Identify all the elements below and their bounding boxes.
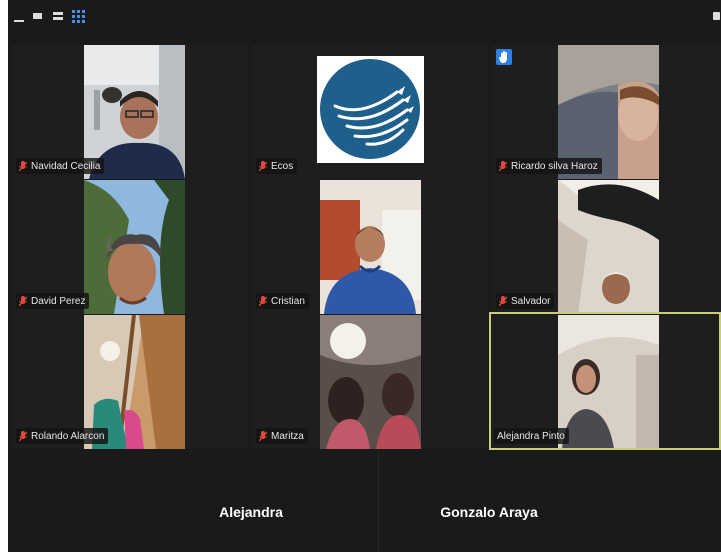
- gallery-view-icon[interactable]: [72, 10, 85, 24]
- participant-nameplate: David Perez: [16, 293, 90, 309]
- participant-tile-maritza[interactable]: Maritza: [252, 315, 488, 449]
- participant-nameplate: Navidad Cecilia: [16, 158, 105, 174]
- participant-tile-cristian[interactable]: Cristian: [252, 180, 488, 314]
- raised-hand-icon: [496, 49, 512, 65]
- participant-tile-rolando-alarcon[interactable]: Rolando Alarcon: [12, 315, 248, 449]
- participant-tile-navidad-cecilia[interactable]: Navidad Cecilia: [12, 45, 248, 179]
- muted-mic-icon: [259, 160, 267, 172]
- muted-mic-icon: [259, 430, 267, 442]
- participant-tile-ricardo-silva-haroz[interactable]: Ricardo silva Haroz: [492, 45, 721, 179]
- participant-nameplate: Rolando Alarcon: [16, 428, 109, 444]
- muted-mic-icon: [499, 160, 507, 172]
- participant-nameplate: Salvador: [496, 293, 555, 309]
- participant-tile-gonzalo-araya[interactable]: Gonzalo Araya: [440, 504, 538, 520]
- participant-logo-image: [317, 56, 424, 163]
- participant-name: Rolando Alarcon: [31, 430, 105, 442]
- participant-name: Ecos: [271, 160, 294, 172]
- participant-video: [84, 180, 185, 314]
- muted-mic-icon: [259, 295, 267, 307]
- strip-view-icon[interactable]: [52, 10, 64, 24]
- minimize-icon[interactable]: [14, 10, 24, 24]
- participant-tile-alejandra-pinto[interactable]: Alejandra Pinto: [489, 312, 721, 450]
- participant-name: David Perez: [31, 295, 86, 307]
- participant-tile-salvador[interactable]: Salvador: [492, 180, 721, 314]
- participant-nameplate: Maritza: [256, 428, 308, 444]
- muted-mic-icon: [19, 430, 27, 442]
- participant-nameplate: Ecos: [256, 158, 298, 174]
- meeting-window: Navidad Cecilia Ecos Ricardo silva Haroz…: [8, 0, 721, 552]
- muted-mic-icon: [19, 295, 27, 307]
- participant-name: Maritza: [271, 430, 304, 442]
- participant-video: [558, 315, 659, 448]
- tile-divider: [378, 452, 379, 552]
- participant-video: [320, 315, 421, 449]
- speaker-view-icon[interactable]: [32, 10, 44, 24]
- participant-name: Ricardo silva Haroz: [511, 160, 598, 172]
- participant-tile-ecos[interactable]: Ecos: [252, 45, 488, 179]
- participant-name: Salvador: [511, 295, 551, 307]
- view-toolbar: [8, 0, 721, 40]
- participant-name: Alejandra Pinto: [497, 430, 565, 442]
- participant-name: Navidad Cecilia: [31, 160, 101, 172]
- muted-mic-icon: [499, 295, 507, 307]
- participant-tile-alejandra[interactable]: Alejandra: [219, 504, 283, 520]
- muted-mic-icon: [19, 160, 27, 172]
- participant-nameplate: Alejandra Pinto: [494, 428, 569, 444]
- participant-tile-david-perez[interactable]: David Perez: [12, 180, 248, 314]
- exit-fullscreen-icon[interactable]: [713, 10, 721, 24]
- participant-nameplate: Ricardo silva Haroz: [496, 158, 602, 174]
- participant-video: [320, 180, 421, 314]
- participant-name: Cristian: [271, 295, 305, 307]
- participant-video: [558, 180, 659, 314]
- participant-nameplate: Cristian: [256, 293, 309, 309]
